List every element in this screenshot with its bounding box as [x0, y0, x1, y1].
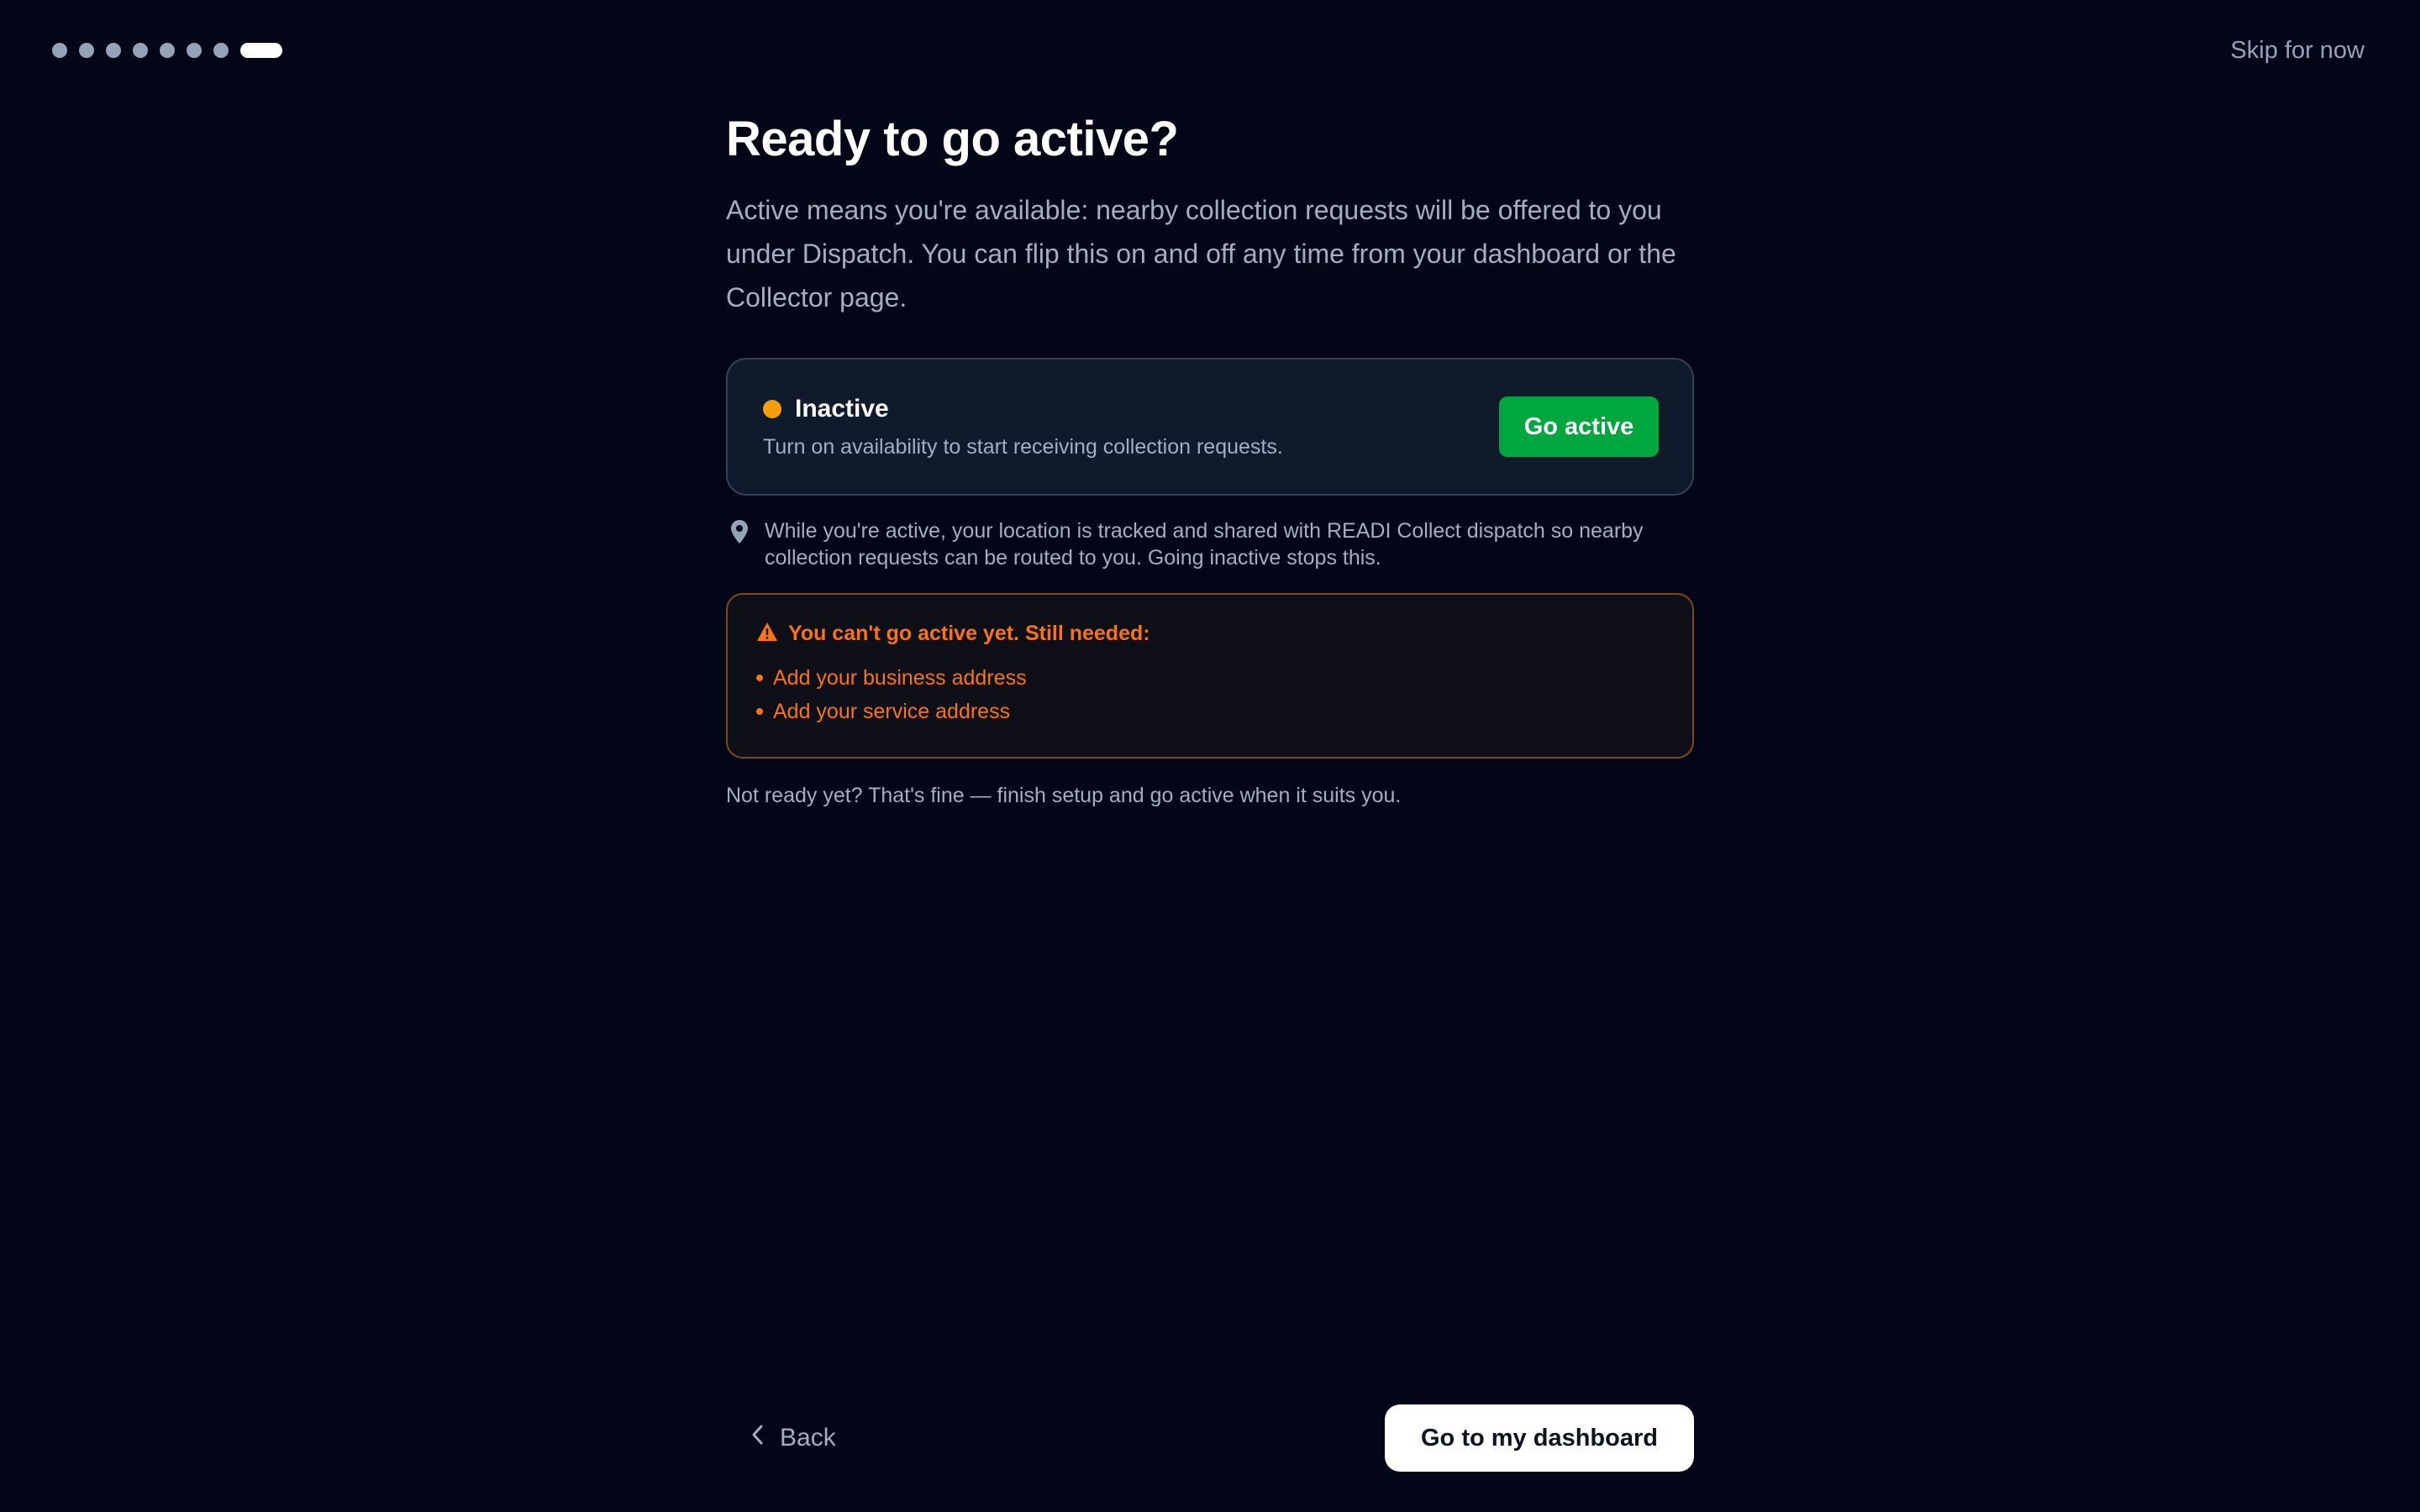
status-label: Inactive: [795, 394, 889, 423]
status-description: Turn on availability to start receiving …: [763, 434, 1283, 459]
progress-dot-current: [240, 43, 282, 58]
progress-dot: [133, 43, 148, 58]
status-header: Inactive: [763, 395, 1283, 423]
availability-card: Inactive Turn on availability to start r…: [726, 358, 1694, 496]
availability-info: Inactive Turn on availability to start r…: [763, 395, 1283, 459]
progress-dot: [106, 43, 121, 58]
progress-dot: [187, 43, 202, 58]
status-indicator: [763, 399, 781, 418]
list-item: Add your service address: [756, 695, 1664, 728]
progress-dot: [213, 43, 229, 58]
onboarding-page: Skip for now Ready to go active? Active …: [0, 0, 2420, 1512]
warning-triangle-icon: [756, 622, 778, 646]
back-label: Back: [780, 1424, 836, 1452]
location-note: While you're active, your location is tr…: [726, 517, 1694, 571]
go-active-button[interactable]: Go active: [1499, 396, 1659, 457]
bullet: [756, 708, 763, 715]
back-button[interactable]: Back: [751, 1411, 836, 1465]
not-ready-note: Not ready yet? That's fine — finish setu…: [726, 784, 1402, 807]
warning-header: You can't go active yet. Still needed:: [756, 622, 1664, 646]
map-pin-icon: [729, 517, 753, 549]
requirements-warning: You can't go active yet. Still needed: A…: [726, 593, 1694, 759]
step-progress: [52, 42, 282, 59]
location-note-text: While you're active, your location is tr…: [765, 519, 1644, 570]
requirement-text: Add your service address: [773, 700, 1011, 723]
list-item: Add your business address: [756, 661, 1664, 695]
bullet: [756, 675, 763, 681]
chevron-left-icon: [751, 1424, 765, 1452]
progress-dot: [52, 43, 67, 58]
progress-dot: [79, 43, 94, 58]
go-to-dashboard-button[interactable]: Go to my dashboard: [1385, 1404, 1694, 1472]
page-description: Active means you're available: nearby co…: [726, 195, 1676, 312]
progress-dot: [160, 43, 175, 58]
main-content: Ready to go active? Active means you're …: [726, 108, 1694, 808]
skip-button[interactable]: Skip for now: [2230, 34, 2365, 67]
requirement-text: Add your business address: [773, 666, 1027, 690]
page-title: Ready to go active?: [726, 112, 1179, 166]
warning-title: You can't go active yet. Still needed:: [788, 622, 1150, 645]
requirements-list: Add your business address Add your servi…: [756, 661, 1664, 728]
